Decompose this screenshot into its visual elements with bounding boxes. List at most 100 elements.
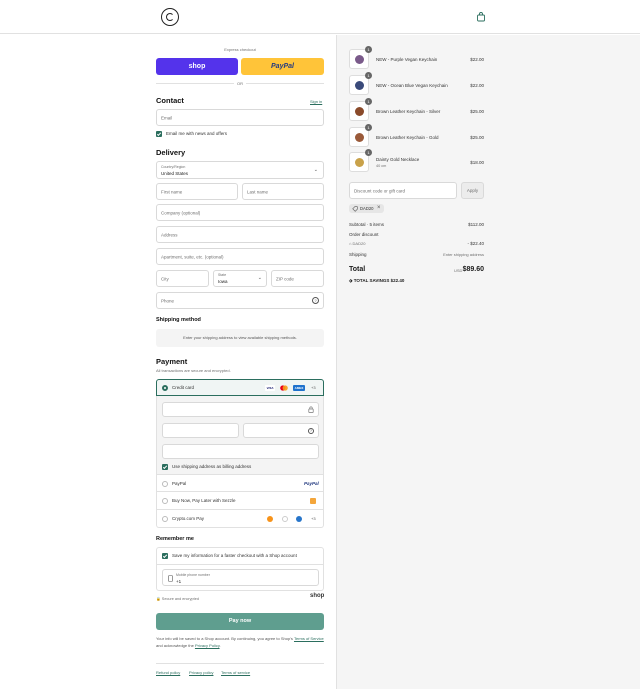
cart-item: 1 Brown Leather Keychain - Gold $25.00 (349, 124, 484, 149)
quantity-badge: 1 (365, 124, 372, 131)
security-code-field[interactable]: ? (243, 423, 319, 438)
state-select[interactable]: State Iowa ⌄ (213, 270, 267, 287)
express-checkout-label: Express checkout (224, 47, 256, 52)
discount-code-field[interactable]: Discount code or gift card (349, 182, 457, 199)
billing-same-label: Use shipping address as billing address (172, 464, 252, 469)
usdc-icon (296, 515, 302, 522)
product-name: NEW - Ocean Blue Vegan Keychain (376, 83, 448, 88)
crypto-option[interactable]: Crypto.com Pay +3 (157, 510, 323, 528)
privacy-policy-link[interactable]: Privacy policy (189, 670, 213, 675)
expiration-field[interactable] (162, 423, 239, 438)
product-price: $22.00 (470, 57, 484, 62)
help-icon[interactable]: ? (308, 427, 314, 434)
sezzle-option[interactable]: Buy Now, Pay Later with Sezzle (157, 492, 323, 510)
discount-value: - $22.40 (467, 241, 484, 246)
email-field[interactable]: Email (156, 109, 324, 126)
contact-heading: Contact (156, 96, 184, 105)
paypal-logo: PayPal (304, 480, 319, 486)
apartment-field[interactable]: Apartment, suite, etc. (optional) (156, 248, 324, 265)
sign-in-link[interactable]: Sign in (310, 99, 322, 104)
store-logo[interactable] (161, 8, 179, 26)
subtotal-label: Subtotal · 5 items (349, 222, 385, 227)
discount-code-label: ⌂ DAD20 (349, 241, 366, 246)
refund-policy-link[interactable]: Refund policy (156, 670, 180, 675)
amex-icon: AMEX (293, 385, 305, 391)
product-price: $18.00 (470, 160, 484, 165)
mobile-icon (168, 575, 173, 584)
mastercard-icon (279, 385, 289, 391)
product-name: Brown Leather Keychain - Gold (376, 135, 439, 140)
tag-icon: ⬗ (349, 278, 353, 283)
help-icon[interactable]: ? (312, 297, 319, 304)
cart-item: 1 NEW - Purple Vegan Keychain $22.00 (349, 46, 484, 71)
address-field[interactable]: Address (156, 226, 324, 243)
credit-card-radio[interactable] (162, 385, 168, 391)
ethereum-icon (282, 515, 288, 522)
order-discount-label: Order discount (349, 232, 379, 237)
quantity-badge: 1 (365, 98, 372, 105)
card-form: ? Use shipping address as billing addres… (156, 396, 324, 475)
country-select[interactable]: Country/Region United States ⌄ (156, 161, 324, 179)
cart-item: 1 NEW - Ocean Blue Vegan Keychain $22.00 (349, 72, 484, 97)
shipping-method-heading: Shipping method (156, 317, 201, 323)
total-value: $89.60 (462, 266, 484, 273)
lock-icon (308, 406, 314, 415)
terms-link[interactable]: Terms of Service (294, 636, 324, 641)
company-field[interactable]: Company (optional) (156, 204, 324, 221)
shopping-bag-icon[interactable] (476, 12, 486, 22)
bitcoin-icon (267, 515, 273, 522)
name-on-card-field[interactable] (162, 444, 319, 459)
quantity-badge: 1 (365, 149, 372, 156)
chevron-down-icon: ⌄ (313, 167, 318, 173)
save-info-label: Save my information for a faster checkou… (172, 553, 297, 558)
other-payment-options: PayPal PayPal Buy Now, Pay Later with Se… (156, 475, 324, 528)
product-name: NEW - Purple Vegan Keychain (376, 57, 438, 62)
phone-field[interactable]: Phone ? (156, 292, 324, 309)
product-name: Brown Leather Keychain - Silver (376, 109, 441, 114)
paypal-option[interactable]: PayPal PayPal (157, 475, 323, 492)
pay-now-button[interactable]: Pay now (156, 613, 324, 630)
privacy-link[interactable]: Privacy Policy (195, 643, 220, 648)
card-number-field[interactable] (162, 402, 319, 417)
city-field[interactable]: City (156, 270, 209, 287)
legal-text: Your info will be saved to a Shop accoun… (156, 636, 324, 648)
product-price: $25.00 (470, 109, 484, 114)
chevron-down-icon: ⌄ (257, 275, 262, 281)
secure-label: 🔒 Secure and encrypted (156, 597, 199, 601)
tag-icon (352, 205, 358, 214)
quantity-badge: 1 (365, 46, 372, 53)
billing-same-checkbox[interactable] (162, 464, 168, 470)
zip-field[interactable]: ZIP code (271, 270, 324, 287)
product-price: $25.00 (470, 135, 484, 140)
shop-logo: shop (310, 593, 325, 599)
remove-discount-icon[interactable]: × (377, 205, 381, 211)
terms-of-service-link[interactable]: Terms of service (221, 670, 250, 675)
product-name: Dainty Gold Necklace (376, 157, 420, 162)
save-info-checkbox[interactable] (162, 553, 168, 559)
paypal-button[interactable]: PayPal (241, 58, 324, 75)
first-name-field[interactable]: First name (156, 183, 238, 200)
paypal-radio[interactable] (162, 480, 168, 487)
newsletter-label: Email me with news and offers (166, 131, 227, 136)
sezzle-icon (310, 498, 316, 504)
or-label: OR (234, 81, 246, 86)
shipping-method-notice: Enter your shipping address to view avai… (156, 329, 324, 347)
sezzle-radio[interactable] (162, 498, 168, 504)
apply-button[interactable]: Apply (461, 182, 484, 199)
crypto-radio[interactable] (162, 516, 168, 522)
total-label: Total (349, 266, 366, 273)
newsletter-checkbox[interactable] (156, 131, 162, 137)
shipping-label: Shipping (349, 252, 367, 257)
last-name-field[interactable]: Last name (242, 183, 324, 200)
payment-heading: Payment (156, 357, 188, 366)
remember-me-heading: Remember me (156, 536, 194, 542)
product-variant: 40 cm (376, 164, 387, 168)
shop-pay-button[interactable]: shop (156, 58, 238, 75)
mobile-phone-field[interactable]: Mobile phone number +1 (162, 569, 319, 586)
credit-card-option[interactable]: Credit card VISA AMEX +3 (156, 379, 324, 396)
cart-item: 1 Dainty Gold Necklace 40 cm $18.00 (349, 149, 484, 174)
discount-tag: DAD20 × (349, 204, 384, 213)
remember-me-box: Save my information for a faster checkou… (156, 547, 324, 591)
visa-icon: VISA (265, 385, 275, 391)
delivery-heading: Delivery (156, 148, 186, 157)
